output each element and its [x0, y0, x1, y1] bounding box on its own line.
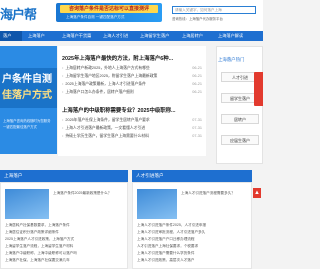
side-nav: 上海落户热门 人才引进 留学生落户 居转户 应届生落户 — [208, 46, 263, 166]
news-row-text: 上海落户口怎么办条件，居转户落户细则 — [65, 90, 134, 94]
section-right-thumbnail[interactable] — [137, 189, 177, 219]
headline-2-text: 上海落户的中级职称需要专业？2025中级职称... — [62, 108, 176, 114]
bullet-icon: • — [62, 126, 64, 130]
news-row-date: 07-31 — [192, 134, 202, 138]
back-to-top-icon[interactable]: ▲ — [253, 188, 261, 198]
list-item[interactable]: 上海人才引进落户需要什么学历条件 — [137, 251, 249, 257]
bullet-icon: • — [62, 66, 64, 70]
nav-item-guide[interactable]: 上海落户干货篇 — [62, 31, 91, 41]
news-row-text: 2025上海落户政策最新，上海人才引进落户条件 — [65, 82, 146, 86]
headline-1-text: 2025年上海落户最快的方法，附上海落户6种... — [62, 56, 174, 62]
side-button-residence[interactable]: 居转户 — [221, 114, 259, 124]
hero-line-2: 佳落户方式 — [2, 90, 52, 101]
section-left-panel: 上海落户条件2025最新政策是什么？ 上海居转户社保基数要求，上海落户条件 上海… — [0, 182, 128, 269]
news-row[interactable]: • 上海落户口怎么办条件，居转户落户细则 06-21 — [62, 90, 202, 96]
news-row-date: 06-21 — [192, 74, 202, 78]
section-right-caption[interactable]: 上海人才引进落户流程需要多久？ — [181, 191, 251, 197]
list-item[interactable]: 上海人才引进审批流程，人才引进落户多久 — [137, 230, 249, 236]
list-item[interactable]: 上海落户社保，上海落户社保要交满几年 — [5, 258, 125, 264]
main-nav: 落户 上海落户 上海落户干货篇 上海人才引进 上海留学生落户 上海居转户 上海落… — [0, 31, 263, 41]
list-item[interactable]: 2025上海落户人才引进政策，上海落户方式 — [5, 237, 125, 243]
list-item[interactable]: 上海人才引进落户条件2025，人才引进申报 — [137, 223, 249, 229]
hero-line-1: 户条件自测 — [2, 74, 52, 85]
search-input[interactable]: 请输入关键字，如何落户上海 — [172, 6, 256, 14]
section-left-header: 上海落户 — [0, 170, 128, 182]
news-row-text: 持硕士学历生落户，留学生落户上海需要什么材料 — [65, 134, 149, 138]
bullet-icon: • — [62, 74, 64, 78]
news-row[interactable]: • 上海人才引进落户最新政策，一文看懂人才引进 07-31 — [62, 126, 202, 132]
section-left-caption[interactable]: 上海落户条件2025最新政策是什么？ — [53, 191, 127, 197]
news-row-text: 上海人才引进落户最新政策，一文看懂人才引进 — [65, 126, 146, 130]
nav-item-talent[interactable]: 上海人才引进 — [103, 31, 128, 41]
list-item[interactable]: 上海人才引进落户户口迁移办理流程 — [137, 237, 249, 243]
hero-small-2: 一键匹配最佳落户方式 — [3, 125, 37, 129]
nav-item-overseas[interactable]: 上海留学生落户 — [140, 31, 169, 41]
news-row[interactable]: • 2025上海落户政策最新，上海人才引进落户条件 06-21 — [62, 82, 202, 88]
news-row-date: 07-31 — [192, 126, 202, 130]
news-panel: 2025年上海落户最快的方法，附上海落户6种... • 上海居转户新政2025，外… — [58, 46, 206, 156]
bullet-icon: • — [62, 82, 64, 86]
banner-subtitle: 上海落户条件自测 一键匹配落户方式 — [66, 15, 125, 19]
bullet-icon: • — [62, 118, 64, 122]
news-row[interactable]: • 上海居转户新政2025，外地人上海落户方式有哪些 06-21 — [62, 66, 202, 72]
logo-text: 海户帮 — [0, 7, 37, 22]
list-item[interactable]: 上海居住证积分落户政策详细条件 — [5, 230, 125, 236]
section-left-thumbnail[interactable] — [5, 189, 49, 219]
bullet-icon: • — [62, 134, 64, 138]
news-row-date: 06-21 — [192, 66, 202, 70]
nav-item-policy[interactable]: 上海落户解读 — [218, 31, 243, 41]
hero-small-1: 上海落户咨询热线随时为您服务 — [3, 119, 51, 123]
hotline-text: 咨询热线：上海落户代办服务平台 — [172, 17, 223, 21]
list-item[interactable]: 上海落户中级职称，上海中级职称可以落户吗 — [5, 251, 125, 257]
nav-item-home[interactable]: 落户 — [0, 31, 22, 41]
list-item[interactable]: 上海人才引进政策，高层次人才落户 — [137, 258, 249, 264]
news-row-date: 07-31 — [192, 118, 202, 122]
news-row-date: 06-21 — [192, 90, 202, 94]
banner-title: 咨询落户条件是否达标可以直接测评 — [60, 5, 158, 13]
nav-item-residence[interactable]: 上海居转户 — [182, 31, 203, 41]
bullet-icon: • — [62, 90, 64, 94]
news-row-date: 06-21 — [192, 82, 202, 86]
floating-consult-tab[interactable] — [254, 72, 263, 106]
headline-2[interactable]: 上海落户的中级职称需要专业？2025中级职称... — [62, 106, 176, 114]
news-row[interactable]: • 上海留学生落户地区2025，附留学生落户上海最新政策 06-21 — [62, 74, 202, 80]
banner-ad[interactable]: 咨询落户条件是否达标可以直接测评 上海落户条件自测 一键匹配落户方式 — [56, 3, 162, 22]
header: 海户帮 咨询落户条件是否达标可以直接测评 上海落户条件自测 一键匹配落户方式 请… — [0, 0, 263, 32]
news-row-text: 2025年落户社保上海条件，留学生居转户落户要求 — [65, 118, 150, 122]
news-row[interactable]: • 持硕士学历生落户，留学生落户上海需要什么材料 07-31 — [62, 134, 202, 140]
list-item[interactable]: 人才引进落户上海社保要求，个税要求 — [137, 244, 249, 250]
list-item[interactable]: 上海居转户社保基数要求，上海落户条件 — [5, 223, 125, 229]
section-right-header: 人才引进落户 — [132, 170, 252, 182]
news-row[interactable]: • 2025年落户社保上海条件，留学生居转户落户要求 07-31 — [62, 118, 202, 124]
headline-1[interactable]: 2025年上海落户最快的方法，附上海落户6种... — [62, 54, 173, 62]
list-item[interactable]: 上海留学生落户流程，上海留学生落户材料 — [5, 244, 125, 250]
nav-item-shanghai[interactable]: 上海落户 — [28, 31, 45, 41]
site-logo[interactable]: 海户帮 — [0, 4, 37, 23]
side-title: 上海落户热门 — [218, 57, 245, 62]
news-row-text: 上海居转户新政2025，外地人上海落户方式有哪些 — [65, 66, 150, 70]
news-row-text: 上海留学生落户地区2025，附留学生落户上海最新政策 — [65, 74, 158, 78]
hero-banner[interactable]: 户条件自测 佳落户方式 上海落户咨询热线随时为您服务 一键匹配最佳落户方式 — [0, 46, 57, 154]
section-right-panel: 上海人才引进落户流程需要多久？ 上海人才引进落户条件2025，人才引进申报 上海… — [132, 182, 252, 269]
side-button-graduate[interactable]: 应届生落户 — [221, 135, 259, 145]
